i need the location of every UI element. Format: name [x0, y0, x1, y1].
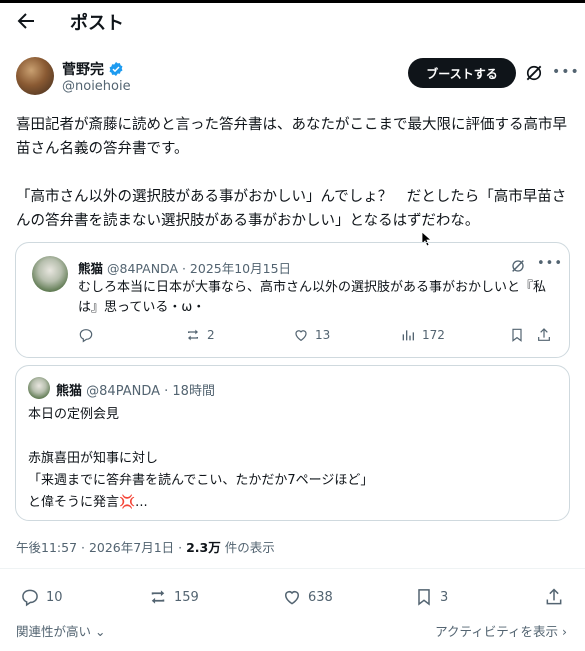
repost-button[interactable]: 2 [185, 327, 215, 343]
quote2-meta: @84PANDA · 18時間 [86, 384, 215, 399]
quote2-line: 赤旗喜田が知事に対し [28, 451, 159, 466]
grok-icon[interactable] [524, 63, 544, 83]
like-count: 638 [308, 589, 333, 605]
quote2-line: 「来週までに答弁書を読んでこい、たかだか7ページほど」 [28, 473, 374, 488]
quote2-name[interactable]: 熊猫 [56, 384, 82, 399]
quote2-avatar[interactable] [28, 377, 50, 399]
author-name[interactable]: 菅野完 [62, 59, 104, 79]
quote1-text: むしろ本当に日本が大事なら、高市さん以外の選択肢がある事がおかしいと『私は』思っ… [78, 280, 547, 315]
timestamp-views: 2.3万 [186, 540, 221, 555]
quote1-name[interactable]: 熊猫 [78, 261, 103, 276]
post-body: 喜田記者が斎藤に読めと言った答弁書は、あなたがここまで最大限に評価する高市早苗さ… [16, 113, 576, 233]
author-avatar[interactable] [16, 57, 54, 95]
more-options-icon[interactable]: ••• [537, 256, 563, 271]
boost-button[interactable]: ブーストする [408, 58, 516, 88]
share-button[interactable] [536, 327, 552, 343]
sort-label: 関連性が高い [16, 624, 92, 639]
grok-icon[interactable] [510, 258, 526, 274]
views-count: 172 [422, 328, 445, 342]
chevron-right-icon: › [558, 624, 567, 639]
timestamp-suffix: 件の表示 [220, 540, 275, 555]
divider [0, 568, 585, 569]
quote1-actions: 2 13 172 [16, 327, 571, 347]
reply-button[interactable] [78, 327, 94, 343]
page-header: ポスト [0, 3, 585, 39]
quote1-header: 熊猫 @84PANDA · 2025年10月15日 [78, 258, 291, 277]
chevron-down-icon: ⌄ [91, 624, 106, 639]
quote2-line: 本日の定例会見 [28, 407, 120, 422]
post-timestamp: 午後11:57 · 2026年7月1日 · 2.3万 件の表示 [16, 537, 275, 556]
bookmark-icon [512, 328, 522, 342]
quote2-header: 熊猫 @84PANDA · 18時間 [56, 380, 215, 399]
like-count: 13 [315, 328, 331, 342]
repost-icon [151, 590, 165, 604]
heart-icon [285, 591, 299, 605]
views-chart-icon [402, 330, 414, 341]
view-activity-link[interactable]: アクティビティを表示 › [435, 621, 567, 640]
back-arrow-icon[interactable] [14, 9, 38, 33]
more-options-icon[interactable]: ••• [552, 64, 579, 82]
repost-count: 159 [174, 589, 199, 605]
heart-icon [295, 330, 307, 342]
bookmark-icon [418, 589, 430, 606]
bookmark-button[interactable]: 3 [414, 587, 448, 607]
page-title: ポスト [70, 13, 124, 34]
reply-icon [22, 589, 38, 607]
quoted-post-1[interactable]: 熊猫 @84PANDA · 2025年10月15日 ••• むしろ本当に日本が大… [15, 242, 570, 358]
author-handle[interactable]: @noiehoie [62, 79, 131, 94]
share-button[interactable] [544, 587, 564, 607]
like-button[interactable]: 638 [282, 587, 333, 607]
views-button[interactable]: 172 [400, 327, 445, 343]
post-paragraph: 喜田記者が斎藤に読めと言った答弁書は、あなたがここまで最大限に評価する高市早苗さ… [16, 117, 567, 157]
author-name-row[interactable]: 菅野完 [62, 59, 124, 79]
quote2-text: 本日の定例会見 赤旗喜田が知事に対し 「来週までに答弁書を読んでこい、たかだか7… [28, 404, 558, 514]
share-icon [538, 328, 550, 341]
bookmark-button[interactable] [509, 327, 525, 343]
reply-icon [79, 329, 93, 343]
repost-count: 2 [207, 328, 215, 342]
repost-icon [188, 329, 198, 341]
activity-label: アクティビティを表示 [435, 624, 559, 639]
quote1-avatar[interactable] [32, 256, 68, 292]
like-button[interactable]: 13 [293, 327, 330, 343]
share-icon [546, 588, 562, 605]
quoted-post-2[interactable]: 熊猫 @84PANDA · 18時間 本日の定例会見 赤旗喜田が知事に対し 「来… [15, 365, 570, 521]
bookmark-count: 3 [440, 589, 449, 605]
quote2-line [28, 426, 558, 448]
timestamp-time[interactable]: 午後11:57 · 2026年7月1日 · [16, 540, 186, 555]
repost-button[interactable]: 159 [148, 587, 199, 607]
post-actions: 10 159 638 3 [0, 587, 585, 611]
quote2-line: と偉そうに発言💢... [28, 495, 148, 510]
verified-badge-icon [109, 62, 123, 76]
sort-relevance-dropdown[interactable]: 関連性が高い ⌄ [16, 621, 105, 640]
quote1-meta: @84PANDA · 2025年10月15日 [107, 261, 292, 276]
reply-count: 10 [46, 589, 63, 605]
post-paragraph: 「高市さん以外の選択肢がある事がおかしい」んでしょ？ だとしたら「高市早苗さんの… [16, 189, 567, 229]
reply-button[interactable]: 10 [20, 587, 63, 607]
